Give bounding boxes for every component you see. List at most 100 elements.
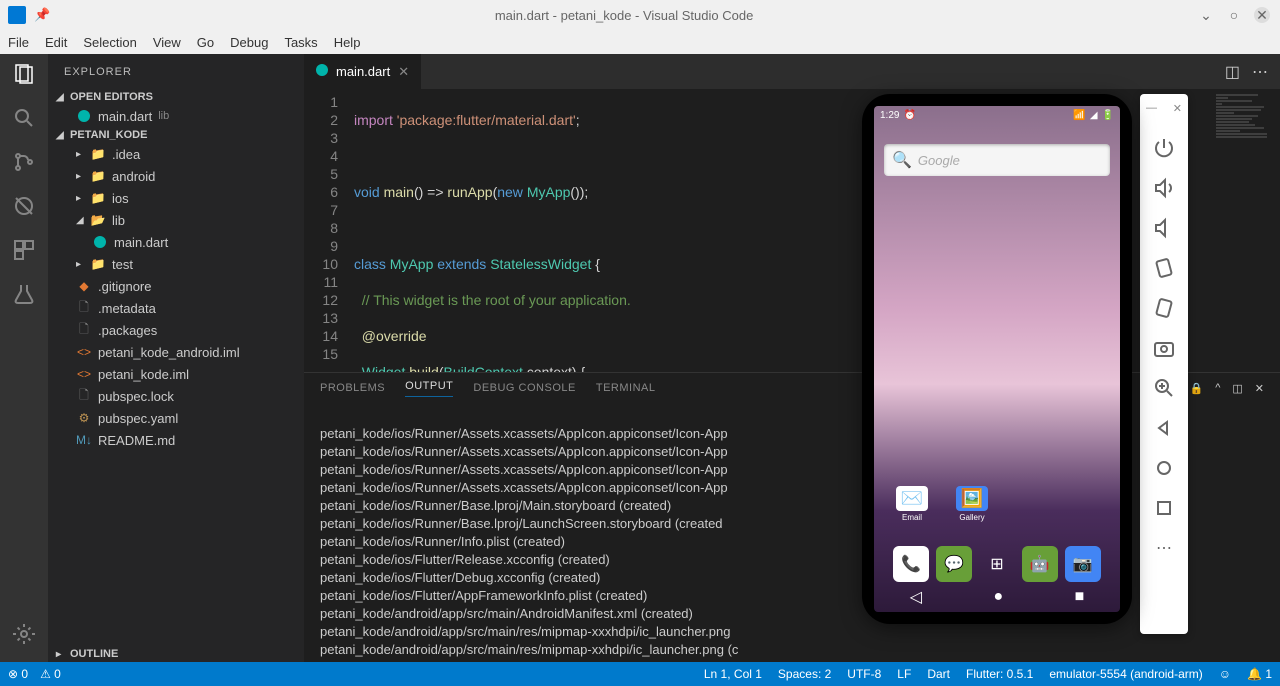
emu-more-icon[interactable]: ⋯: [1152, 536, 1176, 560]
dock-apps[interactable]: ⊞: [979, 546, 1015, 582]
editor-tabs: main.dart ✕ ◫ ⋯: [304, 54, 1280, 89]
dock-browser[interactable]: 🤖: [1022, 546, 1058, 582]
tree-file[interactable]: M↓README.md: [48, 429, 304, 451]
emu-screenshot-icon[interactable]: [1152, 336, 1176, 360]
emu-home-icon[interactable]: [1152, 456, 1176, 480]
menu-go[interactable]: Go: [197, 35, 214, 50]
tree-file-main-dart[interactable]: main.dart: [48, 231, 304, 253]
menu-selection[interactable]: Selection: [83, 35, 136, 50]
tree-folder[interactable]: ▸📁android: [48, 165, 304, 187]
google-search-widget[interactable]: 🔍 Google: [884, 144, 1110, 176]
status-device[interactable]: emulator-5554 (android-arm): [1049, 667, 1202, 681]
tree-file[interactable]: ⚙pubspec.yaml: [48, 407, 304, 429]
panel-tab-problems[interactable]: PROBLEMS: [320, 382, 385, 394]
line-gutter: 123456789101112131415: [304, 89, 354, 372]
file-icon: 🗋: [76, 388, 92, 404]
status-flutter[interactable]: Flutter: 0.5.1: [966, 667, 1033, 681]
panel-tab-terminal[interactable]: TERMINAL: [596, 382, 656, 394]
window-close-button[interactable]: ✕: [1254, 7, 1270, 23]
outline-section[interactable]: ▸OUTLINE: [48, 646, 304, 662]
menu-tasks[interactable]: Tasks: [284, 35, 317, 50]
tree-file[interactable]: <>petani_kode.iml: [48, 363, 304, 385]
status-cursor-position[interactable]: Ln 1, Col 1: [704, 667, 762, 681]
panel-close-icon[interactable]: ✕: [1255, 382, 1264, 395]
dock-messages[interactable]: 💬: [936, 546, 972, 582]
emu-rotate-right-icon[interactable]: [1152, 296, 1176, 320]
panel-tab-output[interactable]: OUTPUT: [405, 380, 453, 397]
nav-recent[interactable]: ■: [1075, 588, 1085, 606]
panel-maximize-icon[interactable]: ^: [1215, 382, 1220, 395]
menu-debug[interactable]: Debug: [230, 35, 268, 50]
project-section[interactable]: ◢PETANI_KODE: [48, 127, 304, 143]
emu-overview-icon[interactable]: [1152, 496, 1176, 520]
status-warnings[interactable]: ⚠ 0: [40, 667, 61, 681]
extensions-icon[interactable]: [12, 238, 36, 262]
status-spaces[interactable]: Spaces: 2: [778, 667, 831, 681]
nav-back[interactable]: ◁: [910, 587, 922, 607]
file-icon: 🗋: [76, 322, 92, 338]
emu-power-icon[interactable]: [1152, 136, 1176, 160]
status-notifications[interactable]: 🔔 1: [1247, 667, 1272, 681]
app-gallery[interactable]: 🖼️Gallery: [954, 486, 990, 522]
explorer-icon[interactable]: [12, 62, 36, 86]
battery-icon: 🔋: [1102, 110, 1114, 121]
tree-file[interactable]: 🗋pubspec.lock: [48, 385, 304, 407]
phone-frame: 1:29 ⏰ 📶 ◢ 🔋 🔍 Google ✉️Email 🖼️Gallery …: [862, 94, 1132, 624]
tree-folder[interactable]: ▸📁ios: [48, 187, 304, 209]
dock-camera[interactable]: 📷: [1065, 546, 1101, 582]
pin-icon[interactable]: 📌: [34, 7, 50, 23]
open-editors-section[interactable]: ◢OPEN EDITORS: [48, 89, 304, 105]
menu-edit[interactable]: Edit: [45, 35, 67, 50]
file-tree: ▸📁.idea ▸📁android ▸📁ios ◢📂lib main.dart …: [48, 143, 304, 646]
tree-file[interactable]: <>petani_kode_android.iml: [48, 341, 304, 363]
emu-volume-down-icon[interactable]: [1152, 216, 1176, 240]
menu-file[interactable]: File: [8, 35, 29, 50]
dock-phone[interactable]: 📞: [893, 546, 929, 582]
nav-home[interactable]: ●: [993, 588, 1003, 606]
emu-zoom-icon[interactable]: [1152, 376, 1176, 400]
app-email[interactable]: ✉️Email: [894, 486, 930, 522]
debug-icon[interactable]: [12, 194, 36, 218]
iml-icon: <>: [76, 366, 92, 382]
menu-help[interactable]: Help: [334, 35, 361, 50]
dart-icon: [76, 108, 92, 124]
menu-view[interactable]: View: [153, 35, 181, 50]
folder-icon: 📁: [90, 256, 106, 272]
window-title: main.dart - petani_kode - Visual Studio …: [50, 8, 1198, 23]
window-maximize-button[interactable]: ○: [1226, 7, 1242, 23]
close-tab-button[interactable]: ✕: [398, 64, 409, 80]
tree-folder-lib[interactable]: ◢📂lib: [48, 209, 304, 231]
activity-bar: [0, 54, 48, 662]
tab-main-dart[interactable]: main.dart ✕: [304, 54, 421, 89]
status-feedback-icon[interactable]: ☺: [1219, 667, 1231, 681]
tree-folder[interactable]: ▸📁test: [48, 253, 304, 275]
status-errors[interactable]: ⊗ 0: [8, 667, 28, 681]
status-eol[interactable]: LF: [897, 667, 911, 681]
window-minimize-button[interactable]: ⌄: [1198, 7, 1214, 23]
emu-minimize[interactable]: —: [1146, 102, 1157, 116]
emu-rotate-left-icon[interactable]: [1152, 256, 1176, 280]
emu-close[interactable]: ✕: [1173, 102, 1182, 116]
tree-folder[interactable]: ▸📁.idea: [48, 143, 304, 165]
folder-icon: 📁: [90, 168, 106, 184]
source-control-icon[interactable]: [12, 150, 36, 174]
status-encoding[interactable]: UTF-8: [847, 667, 881, 681]
tree-file[interactable]: ◆.gitignore: [48, 275, 304, 297]
emu-back-icon[interactable]: [1152, 416, 1176, 440]
more-actions-icon[interactable]: ⋯: [1252, 62, 1268, 82]
settings-icon[interactable]: [12, 622, 36, 646]
status-language[interactable]: Dart: [927, 667, 950, 681]
phone-dock: 📞 💬 ⊞ 🤖 📷: [874, 546, 1120, 582]
test-icon[interactable]: [12, 282, 36, 306]
emu-volume-up-icon[interactable]: [1152, 176, 1176, 200]
panel-split-icon[interactable]: ◫: [1232, 382, 1242, 395]
search-icon[interactable]: [12, 106, 36, 130]
tree-file[interactable]: 🗋.metadata: [48, 297, 304, 319]
phone-screen[interactable]: 1:29 ⏰ 📶 ◢ 🔋 🔍 Google ✉️Email 🖼️Gallery …: [874, 106, 1120, 612]
tree-file[interactable]: 🗋.packages: [48, 319, 304, 341]
app-icon: [8, 6, 26, 24]
split-editor-icon[interactable]: ◫: [1225, 62, 1240, 82]
phone-status-bar: 1:29 ⏰ 📶 ◢ 🔋: [874, 106, 1120, 124]
panel-tab-debug[interactable]: DEBUG CONSOLE: [473, 382, 575, 394]
open-editor-item[interactable]: main.dart lib: [48, 105, 304, 127]
